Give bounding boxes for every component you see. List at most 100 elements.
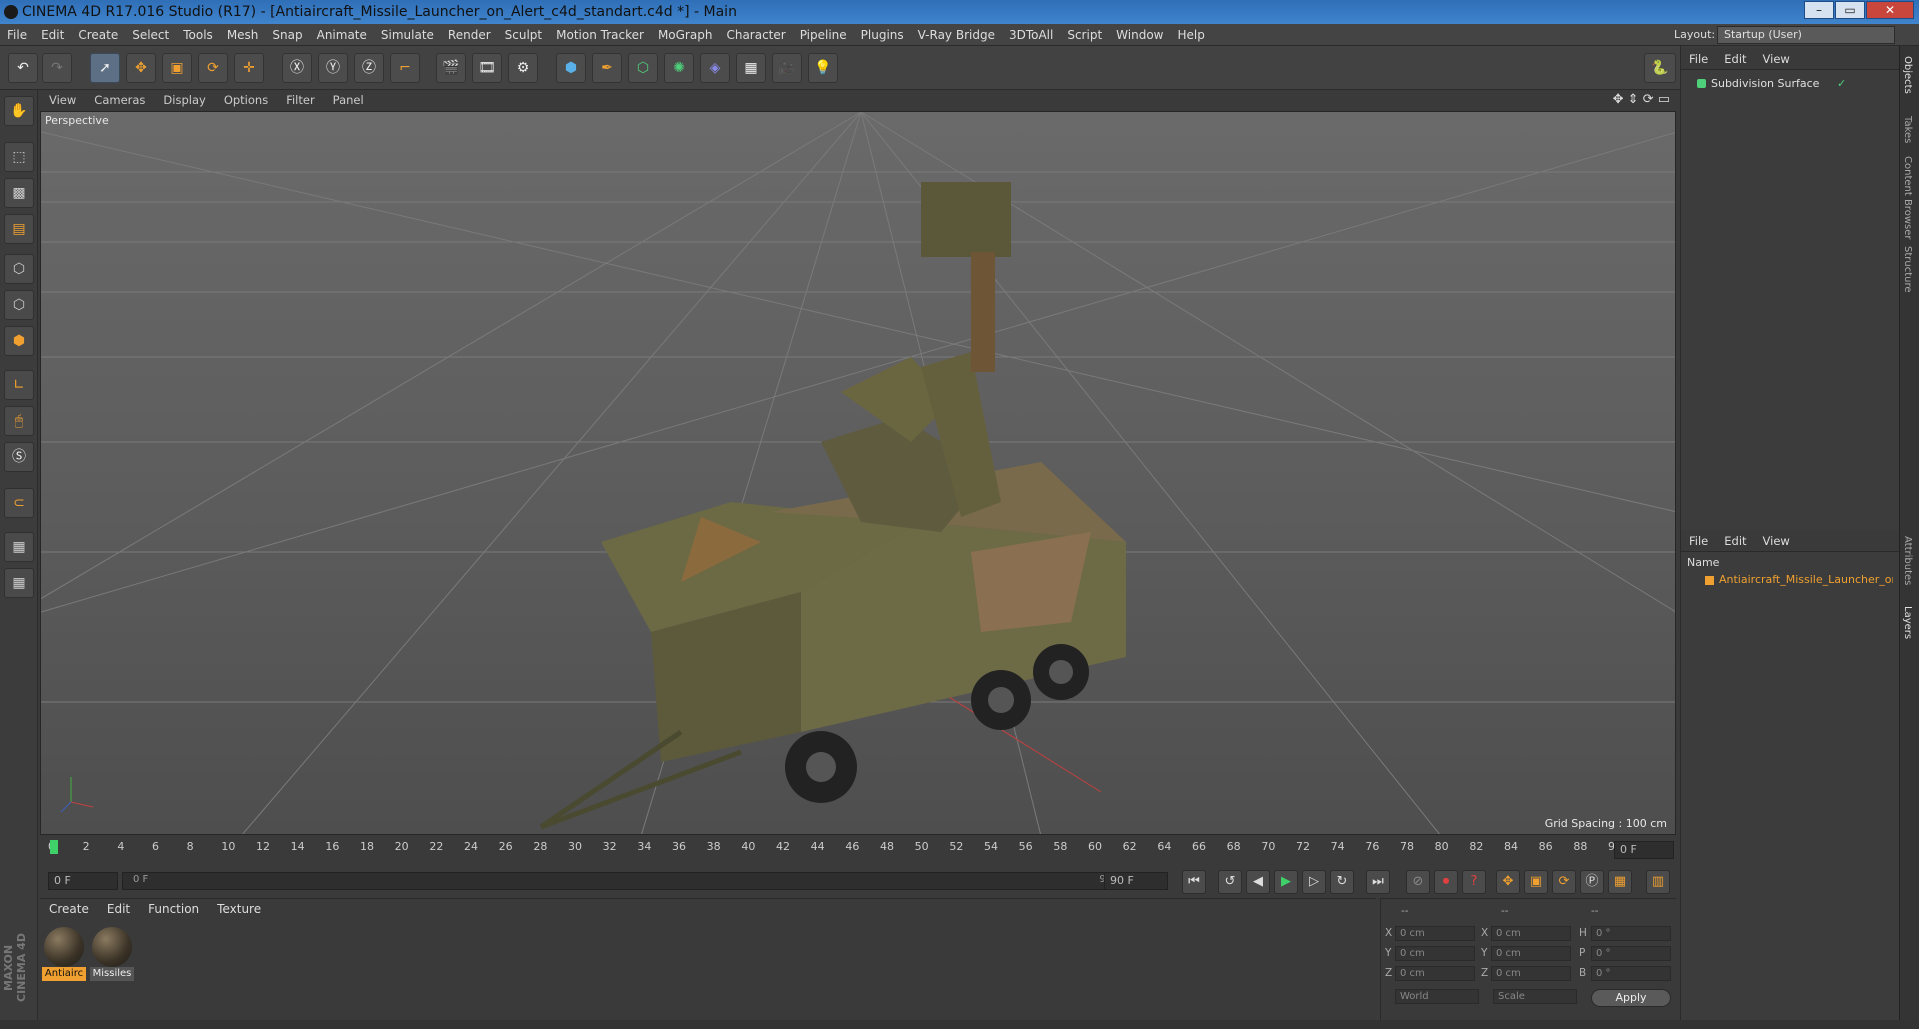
python-icon[interactable]: 🐍 [1644, 53, 1676, 83]
menu-simulate[interactable]: Simulate [374, 24, 441, 46]
position-key-icon[interactable]: ✥ [1496, 870, 1520, 894]
points-mode-icon[interactable]: ⬡ [4, 254, 34, 284]
move-icon[interactable]: ✥ [126, 53, 156, 83]
apply-button[interactable]: Apply [1591, 989, 1671, 1007]
transform-icon[interactable]: ✛ [234, 53, 264, 83]
menu-tools[interactable]: Tools [176, 24, 220, 46]
viewport-menu-view[interactable]: View [40, 90, 85, 110]
layout-select[interactable]: Startup (User) [1717, 26, 1895, 44]
menu-snap[interactable]: Snap [265, 24, 309, 46]
rotation-p-field[interactable]: 0 ° [1591, 946, 1671, 961]
redo-icon[interactable]: ↷ [42, 53, 72, 83]
size-x-field[interactable]: 0 cm [1491, 926, 1571, 941]
menu-motion-tracker[interactable]: Motion Tracker [549, 24, 651, 46]
size-z-field[interactable]: 0 cm [1491, 966, 1571, 981]
play-icon[interactable]: ▶ [1274, 870, 1298, 894]
menu-mesh[interactable]: Mesh [220, 24, 266, 46]
material-swatch-missiles[interactable]: Missiles [90, 925, 134, 981]
polygons-mode-icon[interactable]: ⬢ [4, 326, 34, 356]
texture-mode-icon[interactable]: ▩ [4, 178, 34, 208]
viewport-menu-panel[interactable]: Panel [324, 90, 373, 110]
end-frame-field[interactable]: 90 F [1104, 872, 1168, 890]
light-icon[interactable]: 💡 [808, 53, 838, 83]
cloner-icon[interactable]: ✺ [664, 53, 694, 83]
edges-mode-icon[interactable]: ⬡ [4, 290, 34, 320]
menu-select[interactable]: Select [125, 24, 176, 46]
undo-icon[interactable]: ↶ [8, 53, 38, 83]
tab-structure[interactable]: Structure [1902, 246, 1913, 293]
tab-takes[interactable]: Takes [1902, 116, 1913, 143]
menu-file[interactable]: File [0, 24, 34, 46]
objects-menu-file[interactable]: File [1681, 48, 1716, 70]
previous-frame-icon[interactable]: ◀ [1246, 870, 1270, 894]
tab-objects[interactable]: Objects [1902, 56, 1913, 94]
current-frame-field[interactable]: 0 F [1614, 841, 1674, 859]
next-frame-icon[interactable]: ▷ [1302, 870, 1326, 894]
menu-script[interactable]: Script [1060, 24, 1109, 46]
viewport-menu-cameras[interactable]: Cameras [85, 90, 154, 110]
x-axis-icon[interactable]: Ⓧ [282, 53, 312, 83]
workplane-icon[interactable]: ▤ [4, 214, 34, 244]
pen-spline-icon[interactable]: ✒ [592, 53, 622, 83]
menu-sculpt[interactable]: Sculpt [498, 24, 549, 46]
viewport-menu-options[interactable]: Options [215, 90, 277, 110]
y-axis-icon[interactable]: Ⓨ [318, 53, 348, 83]
viewport-nav-icons[interactable]: ✥ ⇕ ⟳ ▭ [1613, 92, 1670, 107]
tab-content-browser[interactable]: Content Browser [1902, 156, 1913, 239]
tweak-mode-icon[interactable]: 🖱 [4, 406, 34, 436]
layers-menu-view[interactable]: View [1755, 530, 1798, 552]
keyframe-selection-icon[interactable]: ? [1462, 870, 1486, 894]
rotation-h-field[interactable]: 0 ° [1591, 926, 1671, 941]
material-menu-edit[interactable]: Edit [98, 899, 139, 919]
z-axis-icon[interactable]: Ⓩ [354, 53, 384, 83]
deformer-icon[interactable]: ◈ [700, 53, 730, 83]
planar-workplane-icon[interactable]: ▦ [4, 568, 34, 598]
select-cursor-icon[interactable]: ➚ [90, 53, 120, 83]
render-picture-viewer-icon[interactable]: 🎞 [472, 53, 502, 83]
axis-mode-icon[interactable]: ∟ [4, 370, 34, 400]
layer-row[interactable]: Antiaircraft_Missile_Launcher_on_ [1687, 572, 1893, 588]
menu-window[interactable]: Window [1109, 24, 1170, 46]
preview-range-slider[interactable]: 0 F 90 F [122, 872, 1142, 890]
position-y-field[interactable]: 0 cm [1395, 946, 1475, 961]
menu-animate[interactable]: Animate [310, 24, 374, 46]
tab-attributes[interactable]: Attributes [1902, 536, 1913, 585]
rotation-b-field[interactable]: 0 ° [1591, 966, 1671, 981]
subdivision-icon[interactable]: ⬡ [628, 53, 658, 83]
menu-vray-bridge[interactable]: V-Ray Bridge [911, 24, 1002, 46]
rotation-key-icon[interactable]: ⟳ [1552, 870, 1576, 894]
menu-mograph[interactable]: MoGraph [651, 24, 720, 46]
visibility-check-icon[interactable]: ✓ [1837, 77, 1846, 90]
timeline-ruler[interactable]: 0246810121416182022242628303234363840424… [40, 838, 1676, 864]
rotate-icon[interactable]: ⟳ [198, 53, 228, 83]
floor-icon[interactable]: ▦ [736, 53, 766, 83]
size-mode-select[interactable]: Scale [1493, 989, 1577, 1004]
start-frame-field[interactable]: 0 F [48, 872, 118, 890]
menu-render[interactable]: Render [441, 24, 498, 46]
material-menu-texture[interactable]: Texture [208, 899, 270, 919]
minimize-button[interactable]: – [1804, 1, 1834, 19]
material-swatch-antiaircraft[interactable]: Antiairc [42, 925, 86, 981]
parameter-key-icon[interactable]: Ⓟ [1580, 870, 1604, 894]
sculpt-mode-icon[interactable]: ✋ [4, 96, 34, 126]
solo-mode-icon[interactable]: Ⓢ [4, 442, 34, 472]
timeline-window-icon[interactable]: ▥ [1646, 870, 1670, 894]
size-y-field[interactable]: 0 cm [1491, 946, 1571, 961]
snap-magnet-icon[interactable]: ⊂ [4, 488, 34, 518]
close-button[interactable]: ✕ [1866, 1, 1914, 19]
go-to-start-icon[interactable]: ⏮ [1182, 870, 1206, 894]
render-view-icon[interactable]: 🎬 [436, 53, 466, 83]
menu-pipeline[interactable]: Pipeline [793, 24, 854, 46]
perspective-viewport[interactable]: Perspective Grid Spacing : 100 cm [40, 111, 1676, 835]
scale-icon[interactable]: ▣ [162, 53, 192, 83]
camera-icon[interactable]: 🎥 [772, 53, 802, 83]
object-row-subdivision-surface[interactable]: Subdivision Surface ✓ [1687, 76, 1893, 92]
playhead-marker[interactable] [50, 840, 58, 854]
render-settings-icon[interactable]: ⚙ [508, 53, 538, 83]
position-z-field[interactable]: 0 cm [1395, 966, 1475, 981]
point-level-key-icon[interactable]: ▦ [1608, 870, 1632, 894]
objects-menu-view[interactable]: View [1755, 48, 1798, 70]
menu-plugins[interactable]: Plugins [854, 24, 911, 46]
menu-3dtoall[interactable]: 3DToAll [1002, 24, 1060, 46]
coordinate-system-icon[interactable]: ⌐ [390, 53, 420, 83]
